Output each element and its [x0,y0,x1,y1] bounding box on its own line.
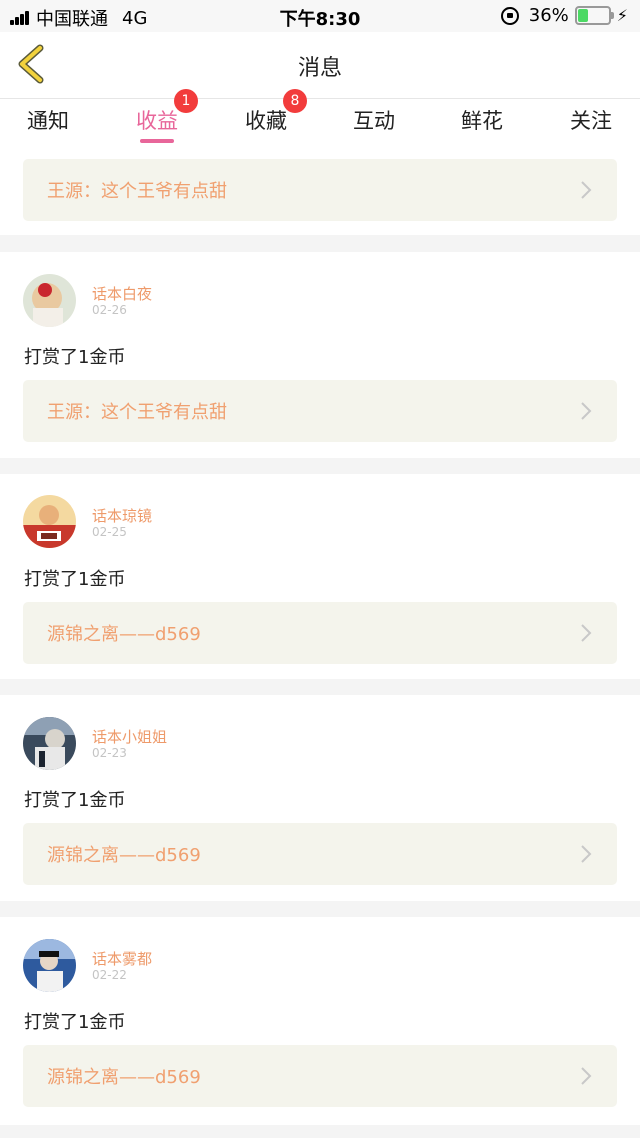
avatar[interactable] [23,274,76,327]
user-name[interactable]: 话本白夜 [92,283,152,304]
status-bar: 中国联通 4G 下午8:30 36% ⚡ [0,0,640,32]
status-right: 36% ⚡ [500,5,628,26]
battery-fill [577,9,588,22]
tab-label: 鲜花 [461,109,503,133]
quote-link[interactable]: 王源：这个王爷有点甜 [23,380,617,442]
chevron-right-icon [581,402,592,420]
charging-icon: ⚡ [616,6,628,25]
tab-bar: 通知 收益 1 收藏 8 互动 鲜花 关注 [0,89,640,147]
chevron-right-icon [581,845,592,863]
message-card: 王源：这个王爷有点甜 [0,147,640,235]
quote-link[interactable]: 王源：这个王爷有点甜 [23,159,617,221]
avatar[interactable] [23,939,76,992]
avatar-image [23,274,76,327]
battery-percent: 36% [528,5,569,26]
tab-notice[interactable]: 通知 [0,105,102,135]
message-date: 02-26 [92,303,127,317]
quote-text: 源锦之离——d569 [47,1067,201,1088]
tab-label: 收藏 [245,109,287,133]
quote-link[interactable]: 源锦之离——d569 [23,823,617,885]
quote-link[interactable]: 源锦之离——d569 [23,602,617,664]
message-card: 话本白夜 02-26 打赏了1金币 王源：这个王爷有点甜 [0,252,640,458]
tab-earnings[interactable]: 收益 1 [103,89,211,143]
tab-label: 关注 [570,109,612,133]
quote-text: 源锦之离——d569 [47,624,201,645]
chevron-left-icon [18,44,44,84]
message-card: 话本琼镜 02-25 打赏了1金币 源锦之离——d569 [0,474,640,679]
nav-bar: 消息 [0,32,640,99]
quote-link[interactable]: 源锦之离——d569 [23,1045,617,1107]
page-title: 消息 [297,56,342,81]
quote-text: 王源：这个王爷有点甜 [47,181,227,202]
message-date: 02-25 [92,525,127,539]
action-text: 打赏了1金币 [24,569,126,590]
back-button[interactable] [14,44,54,84]
user-name[interactable]: 话本琼镜 [92,505,152,526]
tab-active-indicator [140,139,174,143]
chevron-right-icon [581,624,592,642]
chevron-right-icon [581,1067,592,1085]
tab-label: 互动 [353,109,395,133]
chevron-right-icon [581,181,592,199]
tab-label: 通知 [27,109,69,133]
tab-following[interactable]: 关注 [537,105,640,135]
tab-badge: 1 [174,89,198,113]
message-date: 02-23 [92,746,127,760]
quote-text: 王源：这个王爷有点甜 [47,402,227,423]
avatar-image [23,717,76,770]
avatar-image [23,495,76,548]
rotation-lock-icon [500,6,519,25]
tab-favorites[interactable]: 收藏 8 [212,89,320,135]
avatar[interactable] [23,495,76,548]
action-text: 打赏了1金币 [24,790,126,811]
battery-icon [574,6,614,25]
message-card: 话本小姐姐 02-23 打赏了1金币 源锦之离——d569 [0,695,640,901]
user-name[interactable]: 话本雾都 [92,948,152,969]
user-name[interactable]: 话本小姐姐 [92,726,167,747]
avatar-image [23,939,76,992]
avatar[interactable] [23,717,76,770]
tab-label: 收益 [136,109,178,133]
tab-flowers[interactable]: 鲜花 [428,105,536,135]
quote-text: 源锦之离——d569 [47,845,201,866]
message-card: 话本雾都 02-22 打赏了1金币 源锦之离——d569 [0,917,640,1125]
tab-badge: 8 [283,89,307,113]
action-text: 打赏了1金币 [24,1012,126,1033]
message-date: 02-22 [92,968,127,982]
action-text: 打赏了1金币 [24,347,126,368]
tab-interaction[interactable]: 互动 [320,105,428,135]
